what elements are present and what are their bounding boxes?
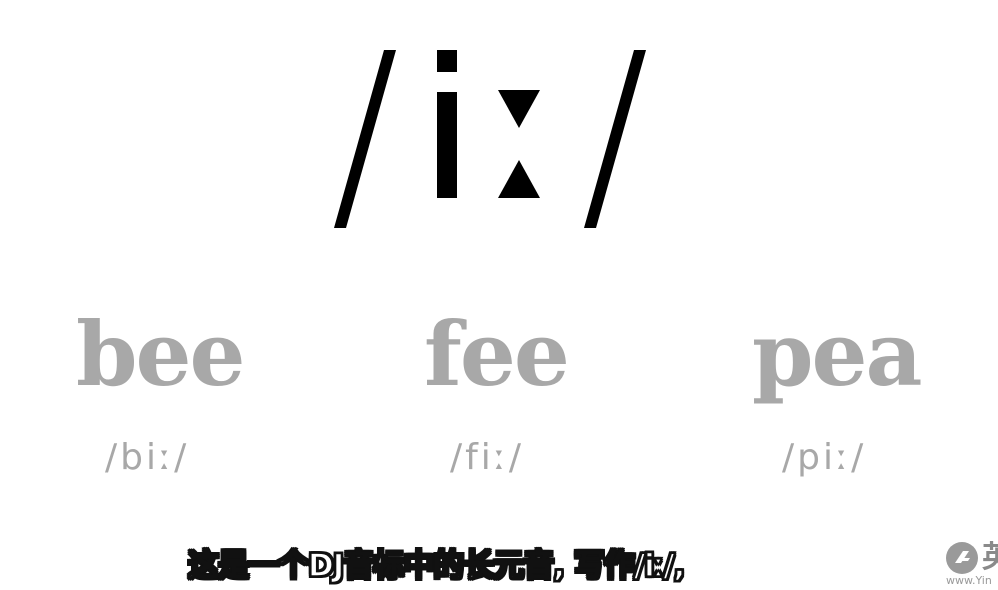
ipa-fee: /fiː/ <box>450 437 525 478</box>
ipa-bee: /biː/ <box>105 437 190 478</box>
watermark-char: 英 <box>982 540 998 575</box>
right-slash-glyph <box>584 50 646 228</box>
video-frame: /iː/ bee fee pea /biː/ /fiː/ /piː/ 这是一个D… <box>0 0 998 590</box>
example-word-pea: pea <box>752 302 923 406</box>
phonetic-symbol: /iː/ <box>332 48 648 230</box>
left-slash-glyph <box>334 50 396 228</box>
phonetic-symbol-glyphs <box>334 50 646 228</box>
channel-watermark: 英 www.Yin <box>944 538 998 590</box>
subtitle-caption: 这是一个DJ音标中的长元音, 写作/iː/, <box>187 547 686 585</box>
i-stem-glyph <box>437 92 457 198</box>
watermark-url: www.Yin <box>946 574 992 587</box>
example-word-bee: bee <box>76 302 246 406</box>
i-dot-glyph <box>437 50 457 72</box>
length-mark-lower-glyph <box>498 160 540 198</box>
brand-logo-icon <box>946 542 978 574</box>
length-mark-upper-glyph <box>498 90 540 128</box>
ipa-pea: /piː/ <box>782 437 867 478</box>
example-word-fee: fee <box>424 302 570 406</box>
